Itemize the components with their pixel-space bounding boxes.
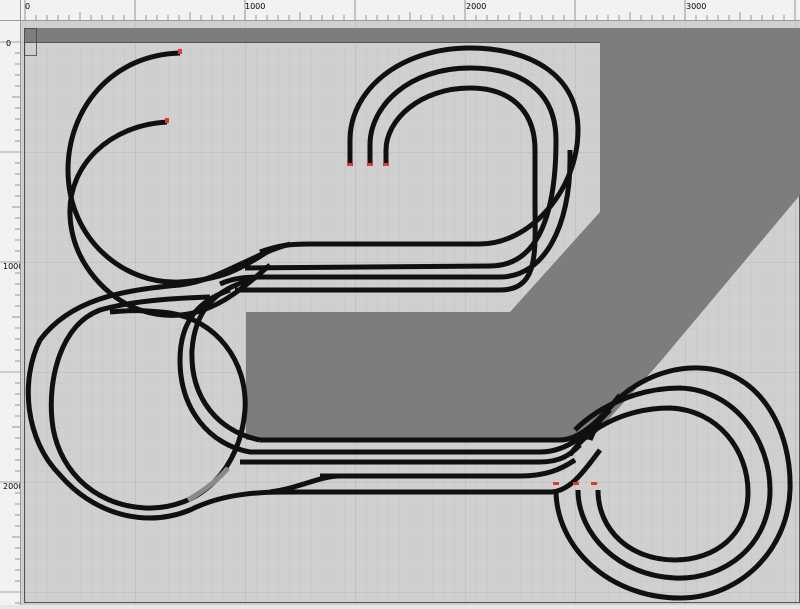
- ruler-label-v1000: 1000: [3, 262, 20, 271]
- horizontal-ruler-graphic: 0 1000 2000 3000: [24, 0, 796, 20]
- vertical-ruler-ticks: [0, 41, 20, 604]
- horizontal-ruler[interactable]: 0 1000 2000 3000: [0, 0, 800, 21]
- ruler-label-v2000: 2000: [3, 482, 20, 491]
- track-end-7[interactable]: [573, 482, 579, 485]
- track-end-1[interactable]: [178, 49, 182, 54]
- horizontal-ruler-ticks: [24, 0, 796, 20]
- ruler-label-h1000: 1000: [245, 2, 265, 11]
- vertical-ruler[interactable]: 0 1000 2000: [0, 20, 23, 605]
- track-end-4[interactable]: [367, 163, 373, 166]
- ruler-corner: [0, 0, 21, 21]
- ruler-label-h3000: 3000: [686, 2, 706, 11]
- vertical-ruler-graphic: 0 1000 2000: [0, 39, 23, 604]
- board-void-corner: [24, 28, 36, 42]
- ruler-label-v0: 0: [6, 39, 11, 48]
- track-plan-drawing[interactable]: [21, 21, 800, 605]
- track-end-3[interactable]: [347, 163, 353, 166]
- track-end-2[interactable]: [165, 118, 169, 123]
- ruler-label-h0: 0: [25, 2, 30, 11]
- track-end-5[interactable]: [383, 163, 389, 166]
- layout-canvas[interactable]: [21, 21, 800, 605]
- track-end-6[interactable]: [553, 482, 559, 485]
- track-end-8[interactable]: [591, 482, 597, 485]
- ruler-label-h2000: 2000: [466, 2, 486, 11]
